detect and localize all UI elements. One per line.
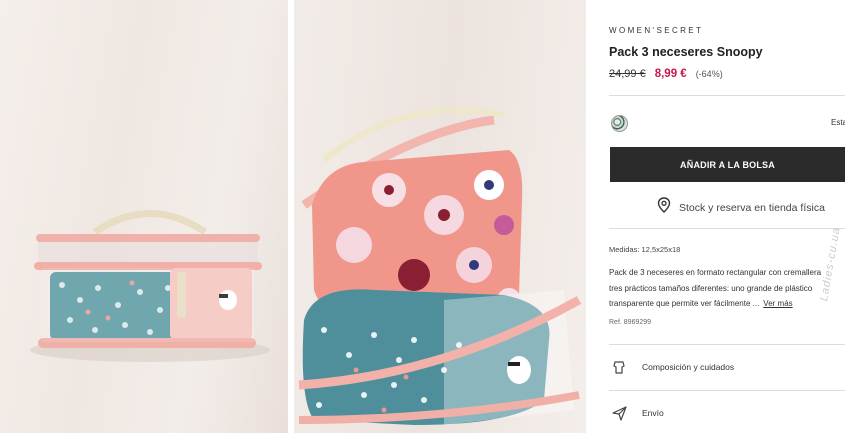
divider (609, 228, 845, 229)
add-to-bag-button[interactable]: AÑADIR A LA BOLSA (610, 147, 845, 182)
product-info-panel: WOMEN'SECRET Pack 3 neceseres Snoopy 24,… (609, 0, 845, 433)
shipping-label: Envío (642, 408, 664, 418)
leaf-care-icon (611, 359, 627, 375)
product-description: Pack de 3 neceseres en formato rectangul… (609, 265, 845, 312)
description-line: transparente que permite ver fácilmente … (609, 299, 760, 308)
divider (609, 95, 845, 96)
transparent-case-illustration (30, 210, 270, 362)
product-photo-1[interactable] (0, 0, 288, 433)
divider (609, 390, 845, 391)
composition-care-row[interactable]: Composición y cuidados (609, 359, 845, 375)
store-stock-label: Stock y reserva en tienda física (679, 201, 825, 214)
read-more-link[interactable]: Ver más (763, 299, 792, 308)
location-pin-icon (657, 197, 671, 218)
shipping-row[interactable]: Envío (609, 405, 845, 421)
measurements: Medidas: 12,5x25x18 (609, 245, 681, 254)
discount-badge: (-64%) (695, 69, 723, 79)
price-block: 24,99 € 8,99 € (-64%) (609, 68, 723, 80)
old-price: 24,99 € (609, 68, 646, 80)
sale-price: 8,99 € (654, 68, 687, 80)
stacked-cases-illustration (298, 107, 582, 425)
brand-name: WOMEN'SECRET (609, 26, 704, 35)
send-arrow-icon (611, 405, 627, 421)
pattern-label: Esta (831, 118, 845, 127)
product-reference: Ref. 8969299 (609, 319, 652, 326)
store-stock-link[interactable]: Stock y reserva en tienda física (657, 197, 825, 218)
description-line: Pack de 3 neceseres en formato rectangul… (609, 268, 822, 277)
description-line: tres prácticos tamaños diferentes: uno g… (609, 283, 813, 293)
composition-care-label: Composición y cuidados (642, 362, 735, 372)
product-photo-2[interactable] (294, 0, 586, 433)
color-swatch[interactable] (611, 115, 628, 132)
product-title: Pack 3 neceseres Snoopy (609, 45, 763, 59)
divider (609, 344, 845, 345)
